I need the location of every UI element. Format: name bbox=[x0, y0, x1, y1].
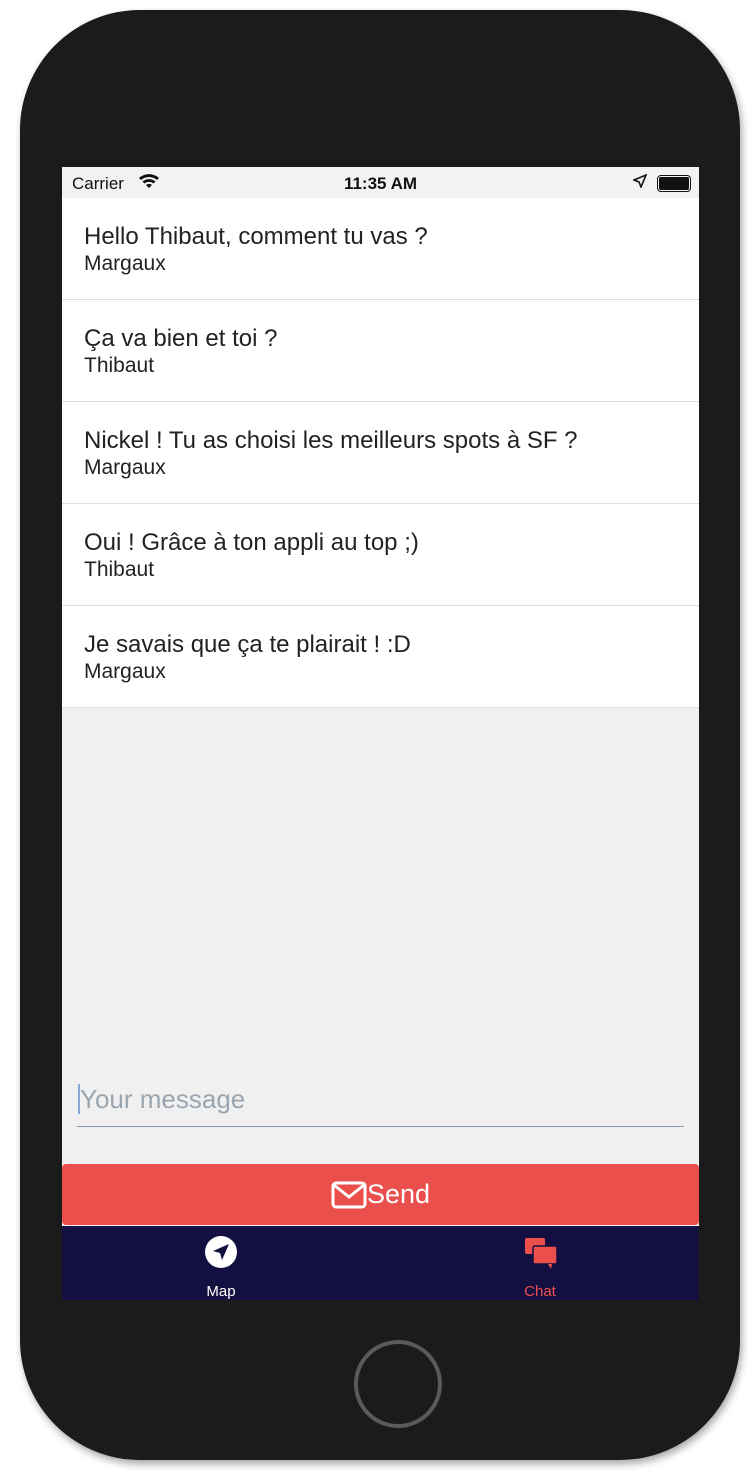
tab-label: Chat bbox=[524, 1283, 556, 1300]
message-input[interactable]: Your message bbox=[77, 1072, 684, 1127]
envelope-icon bbox=[331, 1181, 367, 1208]
message-text: Ça va bien et toi ? bbox=[84, 325, 278, 352]
message-item[interactable]: Ça va bien et toi ? Thibaut bbox=[62, 300, 699, 402]
tab-map[interactable]: Map bbox=[141, 1226, 301, 1300]
home-button[interactable] bbox=[354, 1340, 442, 1428]
chat-icon bbox=[525, 1238, 558, 1269]
message-author: Margaux bbox=[84, 252, 166, 275]
message-item[interactable]: Oui ! Grâce à ton appli au top ;) Thibaut bbox=[62, 504, 699, 606]
message-text: Hello Thibaut, comment tu vas ? bbox=[84, 223, 428, 250]
location-arrow-icon bbox=[633, 174, 647, 188]
message-author: Thibaut bbox=[84, 558, 155, 581]
message-item[interactable]: Je savais que ça te plairait ! :D Margaux bbox=[62, 606, 699, 708]
app-screen: Carrier 11:35 AM Hello Thibaut, comment … bbox=[62, 167, 699, 1300]
message-list: Hello Thibaut, comment tu vas ? Margaux Ç… bbox=[62, 198, 699, 708]
message-text: Je savais que ça te plairait ! :D bbox=[84, 631, 411, 658]
tab-chat[interactable]: Chat bbox=[460, 1226, 620, 1300]
message-item[interactable]: Hello Thibaut, comment tu vas ? Margaux bbox=[62, 198, 699, 300]
send-label: Send bbox=[366, 1179, 431, 1209]
message-item[interactable]: Nickel ! Tu as choisi les meilleurs spot… bbox=[62, 402, 699, 504]
tab-bar: Map Chat bbox=[62, 1226, 699, 1300]
message-text: Oui ! Grâce à ton appli au top ;) bbox=[84, 529, 419, 556]
message-author: Margaux bbox=[84, 456, 166, 479]
battery-icon bbox=[657, 175, 691, 192]
status-bar: Carrier 11:35 AM bbox=[62, 167, 699, 198]
message-placeholder: Your message bbox=[80, 1084, 246, 1114]
clock: 11:35 AM bbox=[343, 174, 418, 193]
tab-label: Map bbox=[206, 1283, 236, 1300]
navigation-icon bbox=[205, 1236, 237, 1268]
send-button[interactable]: Send bbox=[62, 1164, 699, 1225]
message-author: Margaux bbox=[84, 660, 166, 683]
message-author: Thibaut bbox=[84, 354, 155, 377]
message-text: Nickel ! Tu as choisi les meilleurs spot… bbox=[84, 427, 578, 454]
